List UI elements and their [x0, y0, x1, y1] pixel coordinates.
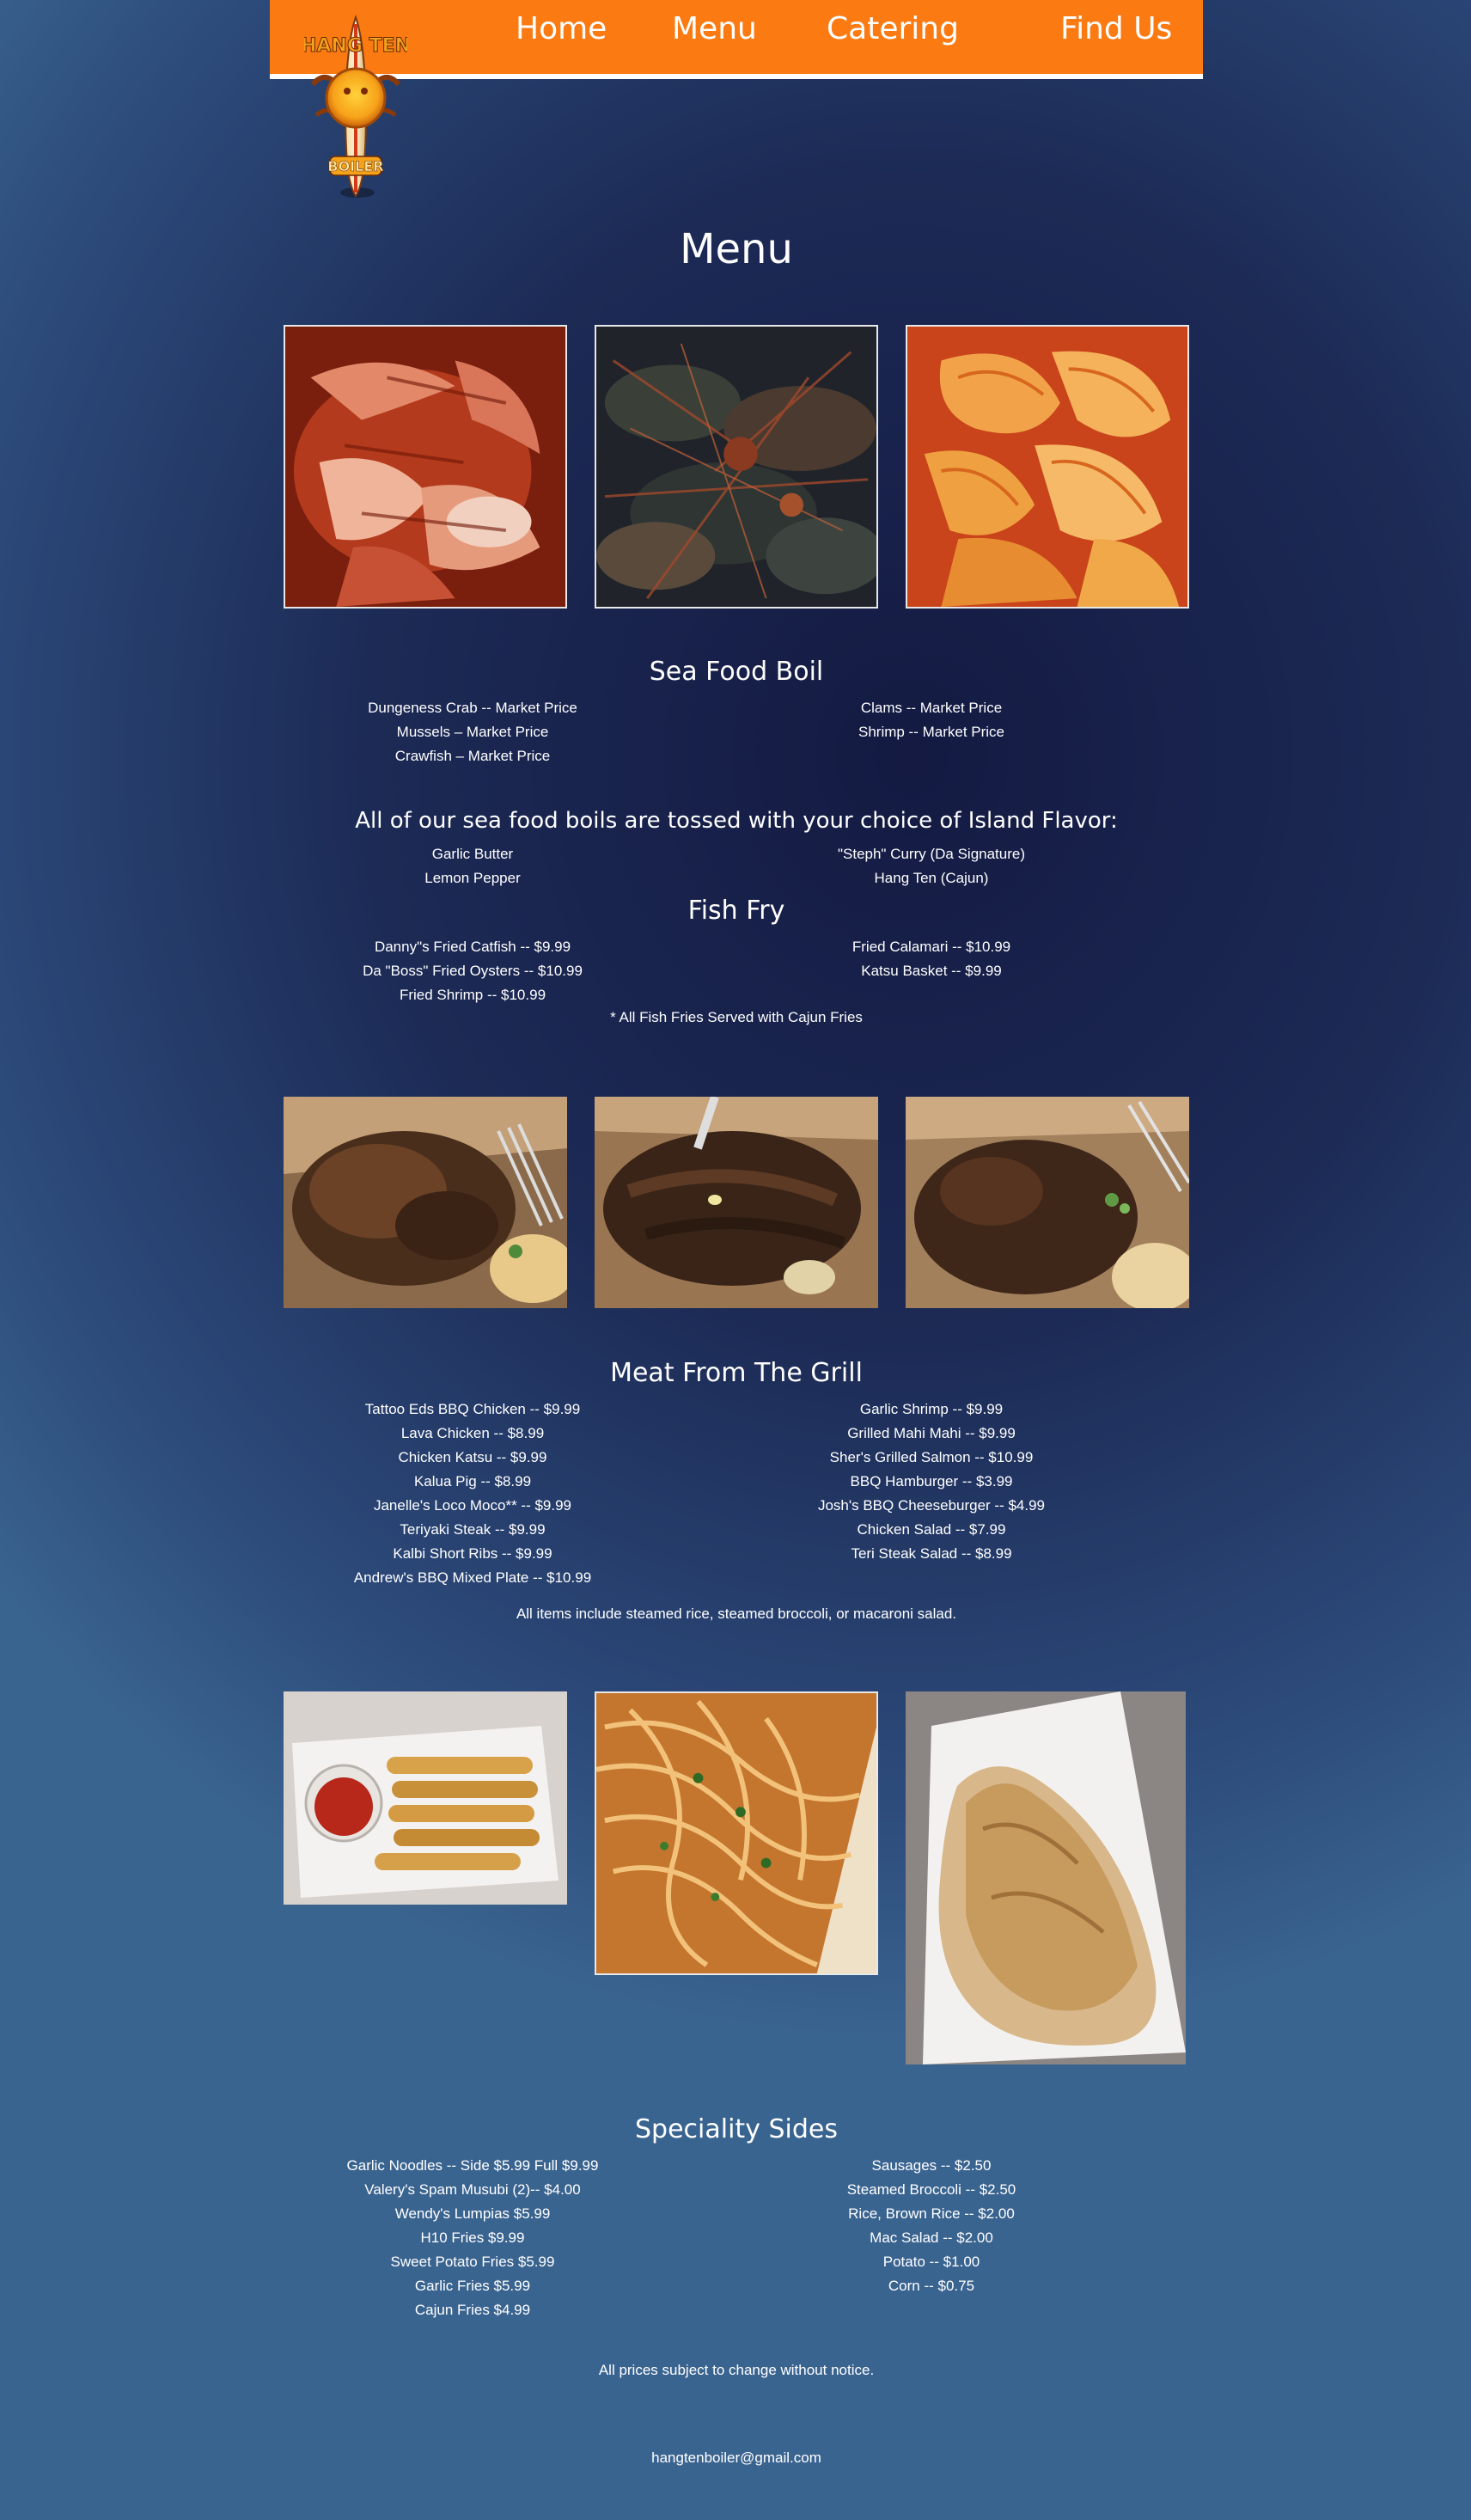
fish-left-list: Danny"s Fried Catfish -- $9.99 Da "Boss"… — [344, 935, 601, 1007]
sides-right-list: Sausages -- $2.50 Steamed Broccoli -- $2… — [803, 2154, 1060, 2298]
list-item: Fried Shrimp -- $10.99 — [399, 987, 546, 1003]
speciality-sides-title: Speciality Sides — [635, 2114, 838, 2144]
list-item: Lemon Pepper — [424, 870, 521, 886]
teriyaki-steak-photo — [906, 1097, 1189, 1308]
prices-note: All prices subject to change without not… — [598, 2362, 875, 2378]
nav-find-us-link[interactable]: Find Us — [1060, 14, 1172, 45]
grilled-chicken-photo — [284, 1097, 567, 1308]
list-item: Steamed Broccoli -- $2.50 — [846, 2181, 1016, 2198]
list-item: Josh's BBQ Cheeseburger -- $4.99 — [817, 1497, 1046, 1514]
header-bar: Home Menu Catering Find Us — [270, 0, 1203, 74]
list-item: Garlic Noodles -- Side $5.99 Full $9.99 — [346, 2157, 599, 2174]
list-item: "Steph" Curry (Da Signature) — [837, 846, 1026, 862]
fish-right-list: Fried Calamari -- $10.99 Katsu Basket --… — [803, 935, 1060, 983]
list-item: Cajun Fries $4.99 — [414, 2302, 531, 2318]
list-item: Rice, Brown Rice -- $2.00 — [848, 2205, 1015, 2222]
page-container: Home Menu Catering Find Us HANG TEN BOIL… — [270, 0, 1203, 2520]
list-item: Corn -- $0.75 — [888, 2278, 975, 2294]
flavor-left-list: Garlic Butter Lemon Pepper — [344, 842, 601, 890]
grill-left-list: Tattoo Eds BBQ Chicken -- $9.99 Lava Chi… — [344, 1398, 601, 1590]
sides-left-list: Garlic Noodles -- Side $5.99 Full $9.99 … — [327, 2154, 619, 2322]
fish-fry-title: Fish Fry — [687, 896, 785, 926]
dungeness-crab-photo — [284, 325, 567, 609]
list-item: Sher's Grilled Salmon -- $10.99 — [829, 1449, 1034, 1465]
contact-email[interactable]: hangtenboiler@gmail.com — [270, 2450, 1203, 2467]
list-item: Sweet Potato Fries $5.99 — [390, 2254, 555, 2270]
seafood-left-list: Dungeness Crab -- Market Price Mussels –… — [344, 696, 601, 768]
fish-fry-note: * All Fish Fries Served with Cajun Fries — [610, 1009, 863, 1025]
list-item: Hang Ten (Cajun) — [874, 870, 989, 886]
list-item: BBQ Hamburger -- $3.99 — [850, 1473, 1013, 1489]
list-item: H10 Fries $9.99 — [420, 2229, 525, 2246]
list-item: Tattoo Eds BBQ Chicken -- $9.99 — [364, 1401, 581, 1417]
list-item: Wendy's Lumpias $5.99 — [394, 2205, 551, 2222]
list-item: Kalua Pig -- $8.99 — [413, 1473, 532, 1489]
lumpia-photo — [284, 1691, 567, 1905]
list-item: Shrimp -- Market Price — [858, 724, 1005, 740]
grill-right-list: Garlic Shrimp -- $9.99 Grilled Mahi Mahi… — [803, 1398, 1060, 1566]
list-item: Da "Boss" Fried Oysters -- $10.99 — [363, 963, 583, 979]
nav-catering-link[interactable]: Catering — [827, 14, 959, 45]
list-item: Danny"s Fried Catfish -- $9.99 — [374, 939, 571, 955]
hang-ten-boiler-logo[interactable]: HANG TEN BOILER — [300, 12, 412, 206]
list-item: Katsu Basket -- $9.99 — [861, 963, 1002, 979]
list-item: Potato -- $1.00 — [882, 2254, 980, 2270]
logo-top-text: HANG TEN — [304, 35, 407, 57]
list-item: Fried Calamari -- $10.99 — [851, 939, 1011, 955]
list-item: Valery's Spam Musubi (2)-- $4.00 — [364, 2181, 581, 2198]
crawfish-photo — [595, 325, 878, 609]
list-item: Garlic Shrimp -- $9.99 — [859, 1401, 1004, 1417]
list-item: Mussels – Market Price — [396, 724, 549, 740]
list-item: Janelle's Loco Moco** -- $9.99 — [373, 1497, 572, 1514]
list-item: Sausages -- $2.50 — [871, 2157, 992, 2174]
list-item: Chicken Salad -- $7.99 — [857, 1521, 1006, 1538]
list-item: Dungeness Crab -- Market Price — [368, 700, 577, 716]
logo-bottom-text: BOILER — [327, 158, 383, 174]
list-item: Chicken Katsu -- $9.99 — [398, 1449, 547, 1465]
list-item: Garlic Fries $5.99 — [414, 2278, 531, 2294]
flavor-right-list: "Steph" Curry (Da Signature) Hang Ten (C… — [803, 842, 1060, 890]
list-item: Kalbi Short Ribs -- $9.99 — [393, 1545, 552, 1562]
list-item: Andrew's BBQ Mixed Plate -- $10.99 — [353, 1569, 592, 1586]
list-item: Clams -- Market Price — [860, 700, 1003, 716]
nav-menu-link[interactable]: Menu — [672, 14, 757, 45]
nav-home-link[interactable]: Home — [516, 14, 607, 45]
meat-grill-title: Meat From The Grill — [610, 1358, 863, 1388]
island-flavor-title: All of our sea food boils are tossed wit… — [355, 808, 1118, 834]
short-ribs-photo — [595, 1097, 878, 1308]
seafood-boil-title: Sea Food Boil — [649, 657, 824, 687]
list-item: Grilled Mahi Mahi -- $9.99 — [847, 1425, 1016, 1441]
garlic-noodles-photo — [595, 1691, 878, 1975]
list-item: Teriyaki Steak -- $9.99 — [400, 1521, 546, 1538]
grill-note: All items include steamed rice, steamed … — [516, 1606, 957, 1622]
list-item: Mac Salad -- $2.00 — [870, 2229, 993, 2246]
list-item: Garlic Butter — [431, 846, 514, 862]
list-item: Crawfish – Market Price — [394, 748, 551, 764]
seafood-right-list: Clams -- Market Price Shrimp -- Market P… — [803, 696, 1060, 744]
page-title: Menu — [680, 225, 793, 273]
header-divider — [270, 74, 1203, 79]
list-item: Lava Chicken -- $8.99 — [400, 1425, 545, 1441]
shrimp-photo — [906, 325, 1189, 609]
musubi-photo — [906, 1691, 1186, 2064]
list-item: Teri Steak Salad -- $8.99 — [851, 1545, 1012, 1562]
